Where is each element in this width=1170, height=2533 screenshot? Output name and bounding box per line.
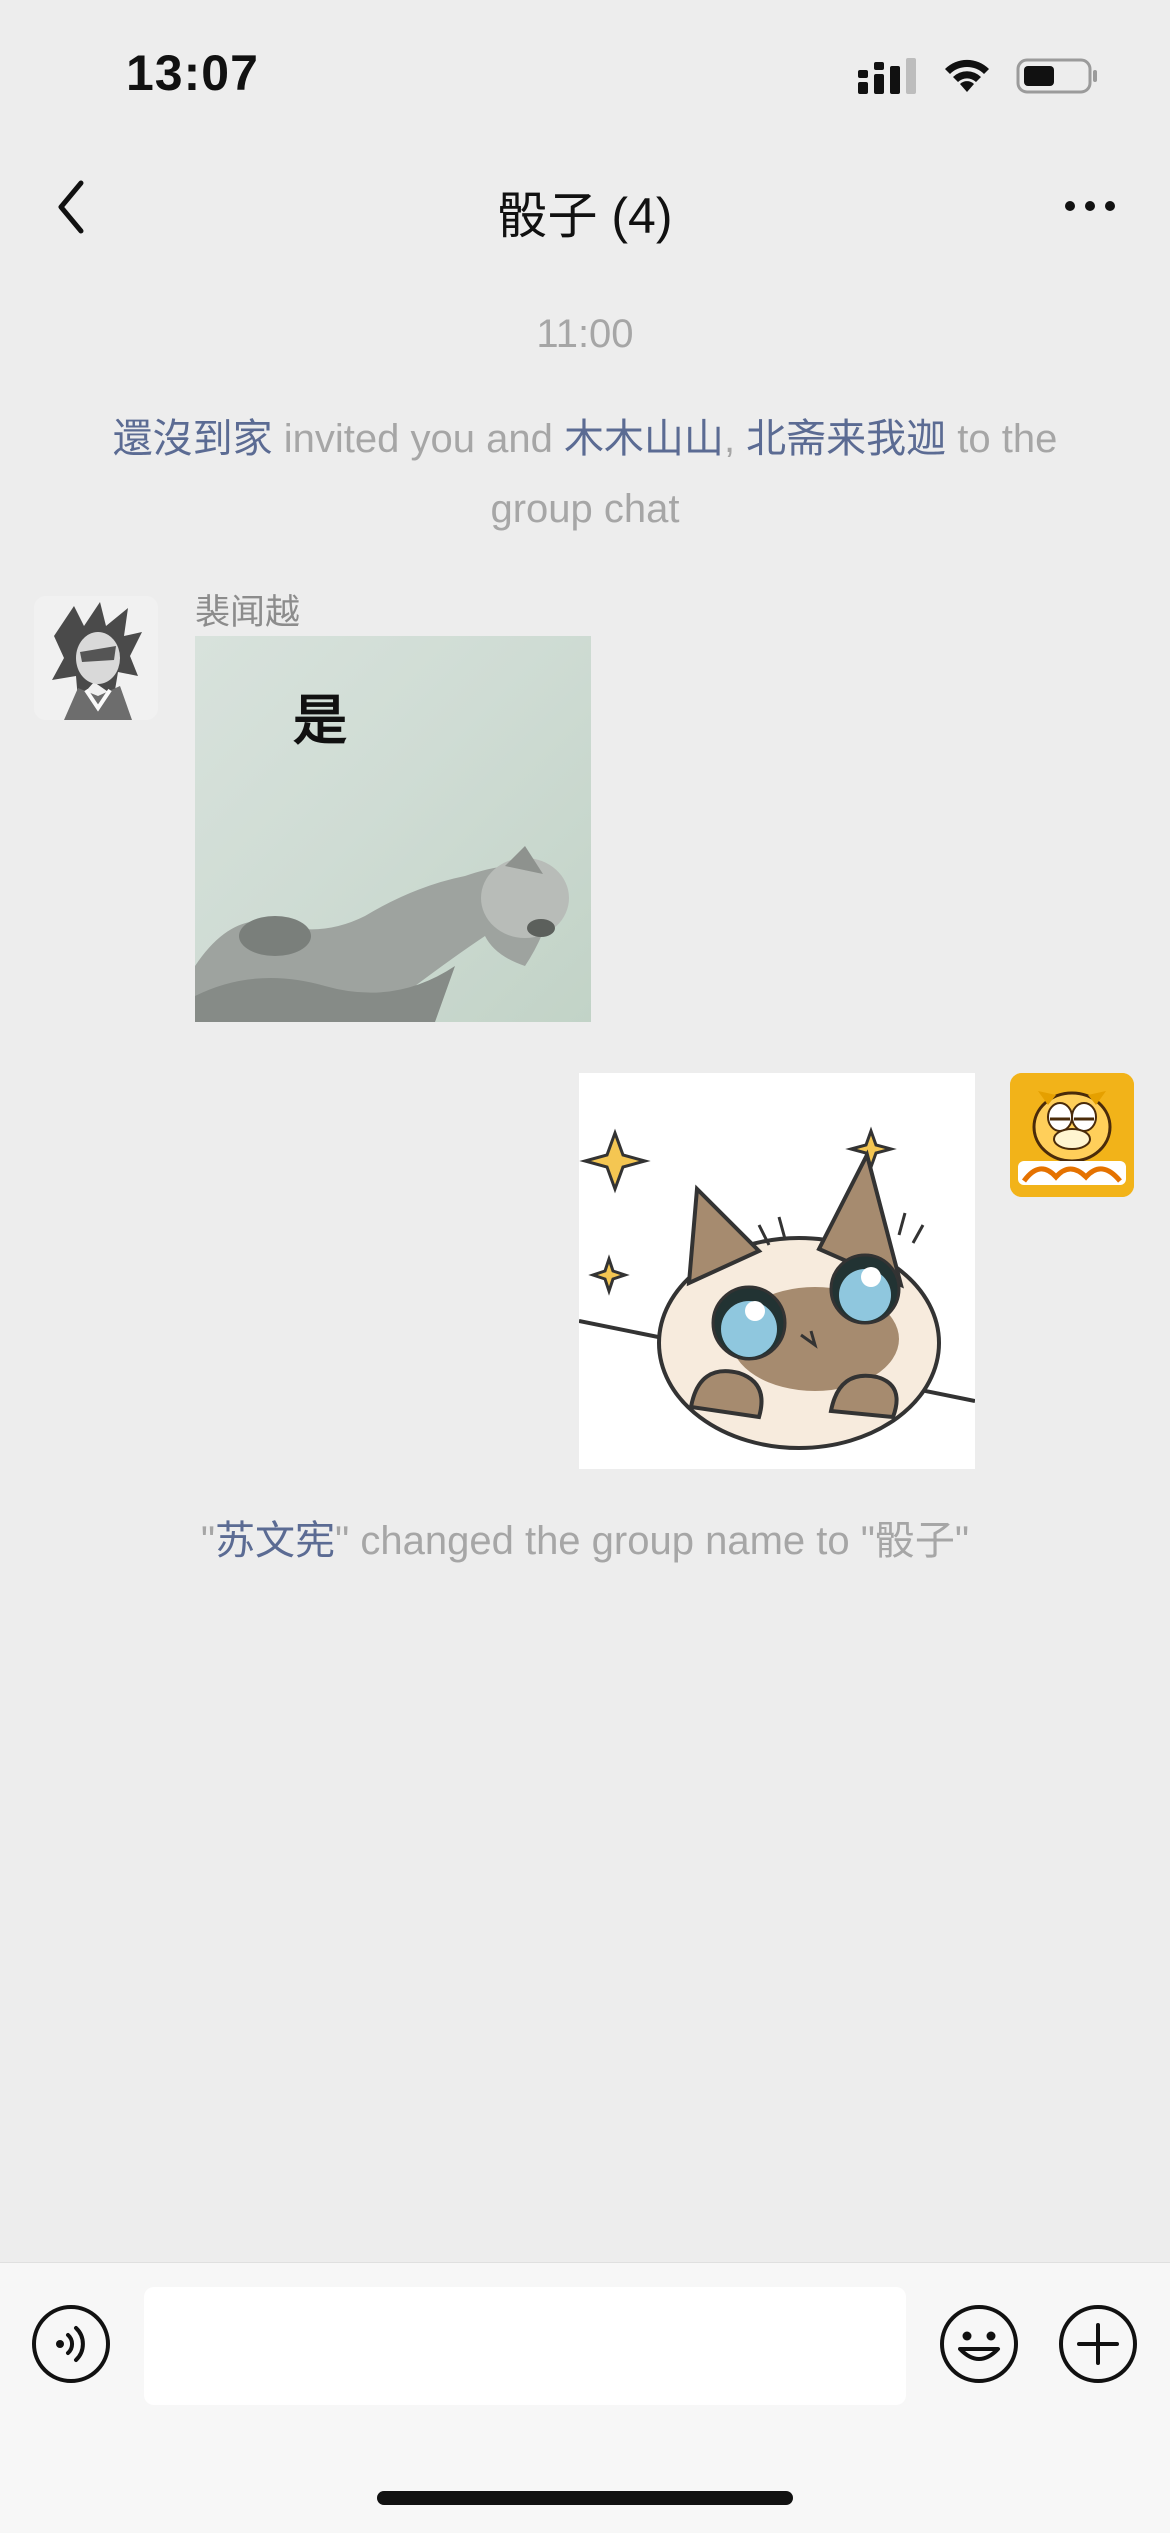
voice-button[interactable]: [30, 2303, 112, 2385]
more-dot-icon: [1105, 201, 1115, 211]
dog-sticker-image: [195, 846, 569, 1022]
emoji-button[interactable]: [938, 2303, 1020, 2385]
status-time: 13:07: [126, 45, 259, 101]
siamese-cat-sticker-image: [579, 1073, 975, 1469]
sticker-message[interactable]: 是: [195, 636, 591, 1022]
more-dot-icon: [1085, 201, 1095, 211]
invitee-link[interactable]: 北斋来我迦: [746, 417, 946, 461]
more-options-button[interactable]: [1050, 176, 1130, 236]
invite-text: invited you and: [272, 417, 564, 461]
anime-avatar-image: [34, 596, 158, 720]
sticker-message[interactable]: [579, 1073, 975, 1469]
inviter-link[interactable]: 還沒到家: [113, 417, 273, 461]
plus-icon: [1059, 2305, 1137, 2383]
sticker-caption: 是: [293, 691, 347, 751]
chat-title: 骰子 (4): [497, 188, 673, 244]
message-timestamp: 11:00: [536, 312, 634, 356]
status-bar: 13:07: [0, 0, 1170, 150]
rename-quote: ": [200, 1519, 216, 1563]
rename-text: " changed the group name to "骰子": [335, 1519, 970, 1563]
garfield-avatar-image: [1010, 1073, 1134, 1197]
sender-avatar[interactable]: [34, 596, 158, 720]
smiley-icon: [940, 2305, 1018, 2383]
input-bar: [0, 2262, 1170, 2533]
status-icons: [858, 56, 1100, 96]
invite-system-message: 還沒到家 invited you and 木木山山, 北斋来我迦 to the …: [80, 404, 1090, 544]
rename-system-message: "苏文宪" changed the group name to "骰子": [80, 1506, 1090, 1576]
message-input[interactable]: [144, 2287, 906, 2405]
invitee-link[interactable]: 木木山山: [564, 417, 724, 461]
my-avatar[interactable]: [1010, 1073, 1134, 1197]
more-dot-icon: [1065, 201, 1075, 211]
cellular-signal-icon: [858, 58, 916, 94]
sender-name: 裴闻越: [195, 593, 301, 632]
invite-separator: ,: [723, 417, 747, 461]
home-indicator[interactable]: [377, 2491, 793, 2505]
wifi-icon: [945, 59, 989, 92]
nav-bar: 骰子 (4): [0, 150, 1170, 265]
renamer-link[interactable]: 苏文宪: [215, 1519, 335, 1563]
voice-icon: [32, 2305, 110, 2383]
add-attachment-button[interactable]: [1057, 2303, 1139, 2385]
battery-icon: [1016, 58, 1097, 94]
